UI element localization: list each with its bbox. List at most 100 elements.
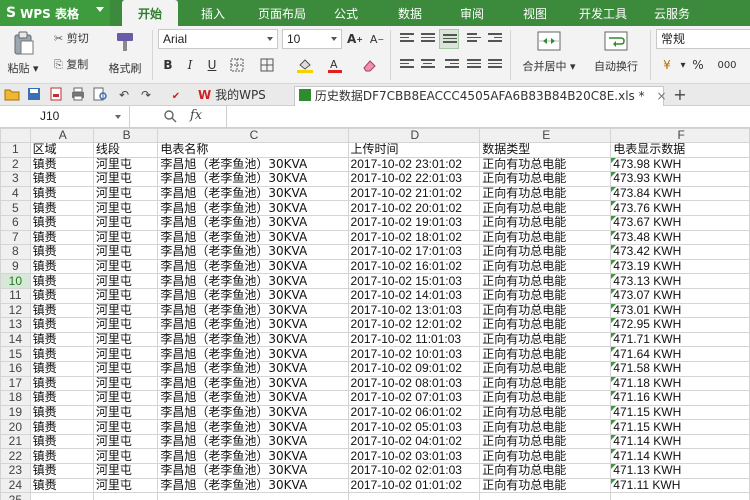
row-header[interactable]: 17 <box>0 375 31 392</box>
copy-button[interactable]: ⎘ 复制 <box>54 56 88 72</box>
formula-input[interactable] <box>226 106 750 127</box>
row-header[interactable]: 7 <box>0 229 31 246</box>
clear-format-button[interactable] <box>356 56 382 74</box>
font-color-button[interactable]: A <box>322 56 348 74</box>
align-center-icon[interactable] <box>421 59 435 71</box>
cell-d[interactable]: 2017-10-02 10:01:03 <box>347 346 481 362</box>
app-menu-button[interactable]: S WPS 表格 <box>0 0 110 26</box>
open-folder-icon[interactable] <box>4 87 20 103</box>
cell-e[interactable]: 正向有功总电能 <box>479 390 612 406</box>
column-header-d[interactable]: D <box>347 128 481 143</box>
cell-b[interactable]: 河里屯 <box>92 273 159 289</box>
cell-e[interactable]: 正向有功总电能 <box>479 360 612 377</box>
row-header[interactable]: 5 <box>0 200 31 216</box>
name-box[interactable]: J10 <box>0 106 130 127</box>
cell-f[interactable]: 472.95 KWH <box>610 317 750 333</box>
cell-b[interactable]: 河里屯 <box>92 156 159 173</box>
cell-a[interactable]: 镇赉 <box>29 360 94 377</box>
cell-f[interactable]: 473.13 KWH <box>610 273 750 289</box>
cell-a[interactable]: 镇赉 <box>29 171 94 187</box>
cell-f[interactable]: 471.15 KWH <box>610 419 750 435</box>
cell-f[interactable]: 电表显示数据 <box>610 142 750 158</box>
increase-font-icon[interactable]: A + <box>346 29 364 49</box>
cell-c[interactable]: 李昌旭（老李鱼池）30KVA <box>157 156 349 173</box>
tab-page-layout[interactable]: 页面布局 <box>248 0 316 26</box>
cell-e[interactable]: 正向有功总电能 <box>479 185 612 202</box>
tab-data[interactable]: 数据 <box>390 0 430 26</box>
italic-button[interactable]: I <box>182 56 198 74</box>
spreadsheet-grid[interactable]: A B C D E F 1 区域 线段 电表名称 上传时间 数据类型 电表显示数据 2 镇赉 河里… <box>0 128 750 500</box>
cell-b[interactable]: 河里屯 <box>92 448 159 465</box>
cell-a[interactable]: 镇赉 <box>29 273 94 289</box>
cell-f[interactable]: 471.15 KWH <box>610 404 750 421</box>
cell-f[interactable]: 471.64 KWH <box>610 346 750 362</box>
fill-color-button[interactable] <box>292 56 318 74</box>
cell-a[interactable]: 镇赉 <box>29 185 94 202</box>
cell-d[interactable]: 2017-10-02 09:01:02 <box>347 360 481 377</box>
cell-e[interactable]: 正向有功总电能 <box>479 433 612 450</box>
cell-d[interactable]: 2017-10-02 05:01:03 <box>347 419 481 435</box>
cell-f[interactable]: 473.93 KWH <box>610 171 750 187</box>
cell-e[interactable]: 数据类型 <box>479 142 612 158</box>
cell-e[interactable]: 正向有功总电能 <box>479 258 612 275</box>
column-header-f[interactable]: F <box>610 128 750 143</box>
cell-b[interactable]: 线段 <box>92 142 159 158</box>
cell-f[interactable]: 473.42 KWH <box>610 244 750 260</box>
cell-d[interactable]: 2017-10-02 22:01:03 <box>347 171 481 187</box>
row-header[interactable]: 13 <box>0 317 31 333</box>
cell-b[interactable]: 河里屯 <box>92 185 159 202</box>
cell-d[interactable]: 上传时间 <box>347 142 481 158</box>
cell-b[interactable]: 河里屯 <box>92 258 159 275</box>
decrease-font-icon[interactable]: A − <box>368 29 386 49</box>
merge-borders-button[interactable] <box>256 56 278 74</box>
cell-d[interactable]: 2017-10-02 03:01:03 <box>347 448 481 465</box>
cell-d[interactable]: 2017-10-02 02:01:03 <box>347 463 481 479</box>
cell-a[interactable]: 镇赉 <box>29 302 94 319</box>
cell-b[interactable]: 河里屯 <box>92 404 159 421</box>
cell-b[interactable]: 河里屯 <box>92 317 159 333</box>
cell-c[interactable]: 李昌旭（老李鱼池）30KVA <box>157 433 349 450</box>
cell-d[interactable]: 2017-10-02 06:01:02 <box>347 404 481 421</box>
cell-d[interactable]: 2017-10-02 15:01:03 <box>347 273 481 289</box>
cell-f[interactable]: 473.98 KWH <box>610 156 750 173</box>
new-tab-button[interactable]: + <box>672 87 688 103</box>
borders-button[interactable] <box>226 56 248 74</box>
number-format-select[interactable]: 常规 <box>656 29 750 49</box>
cell-d[interactable]: 2017-10-02 19:01:03 <box>347 214 481 231</box>
cell-d[interactable]: 2017-10-02 07:01:03 <box>347 390 481 406</box>
cell-c[interactable]: 李昌旭（老李鱼池）30KVA <box>157 360 349 377</box>
cell-b[interactable]: 河里屯 <box>92 287 159 304</box>
align-right-icon[interactable] <box>445 59 459 71</box>
cell-c[interactable]: 李昌旭（老李鱼池）30KVA <box>157 171 349 187</box>
cell-d[interactable]: 2017-10-02 04:01:02 <box>347 433 481 450</box>
cell-a[interactable]: 镇赉 <box>29 404 94 421</box>
close-icon[interactable]: × <box>656 87 666 106</box>
tab-home[interactable]: 开始 <box>122 0 178 26</box>
tab-view[interactable]: 视图 <box>515 0 555 26</box>
undo-icon[interactable]: ↶ <box>116 87 132 103</box>
cell-b[interactable]: 河里屯 <box>92 390 159 406</box>
column-header-b[interactable]: B <box>92 128 159 143</box>
cell-d[interactable]: 2017-10-02 11:01:03 <box>347 331 481 348</box>
merge-center-button[interactable]: 合并居中 ▾ <box>516 28 582 80</box>
cell-a[interactable]: 镇赉 <box>29 214 94 231</box>
tab-insert[interactable]: 插入 <box>190 0 236 26</box>
row-header[interactable]: 9 <box>0 258 31 275</box>
font-name-select[interactable]: Arial <box>158 29 278 49</box>
cell-c[interactable]: 李昌旭（老李鱼池）30KVA <box>157 185 349 202</box>
cell-c[interactable]: 李昌旭（老李鱼池）30KVA <box>157 317 349 333</box>
distributed-icon[interactable] <box>488 59 502 71</box>
cell-a[interactable]: 区域 <box>29 142 94 158</box>
cell-e[interactable]: 正向有功总电能 <box>479 156 612 173</box>
cell-c[interactable]: 李昌旭（老李鱼池）30KVA <box>157 390 349 406</box>
row-header[interactable]: 8 <box>0 244 31 260</box>
thousands-separator-button[interactable]: 000 <box>714 56 740 74</box>
cell-e[interactable]: 正向有功总电能 <box>479 229 612 246</box>
cell-c[interactable]: 李昌旭（老李鱼池）30KVA <box>157 244 349 260</box>
cell-a[interactable]: 镇赉 <box>29 200 94 216</box>
cell-c[interactable]: 李昌旭（老李鱼池）30KVA <box>157 331 349 348</box>
tab-active-document[interactable]: 历史数据DF7CBB8EACCC4505AFA6B83B84B20C8E.xls… <box>294 86 667 106</box>
indent-icon[interactable] <box>488 33 502 45</box>
cell-a[interactable]: 镇赉 <box>29 317 94 333</box>
cell-f[interactable]: 473.84 KWH <box>610 185 750 202</box>
